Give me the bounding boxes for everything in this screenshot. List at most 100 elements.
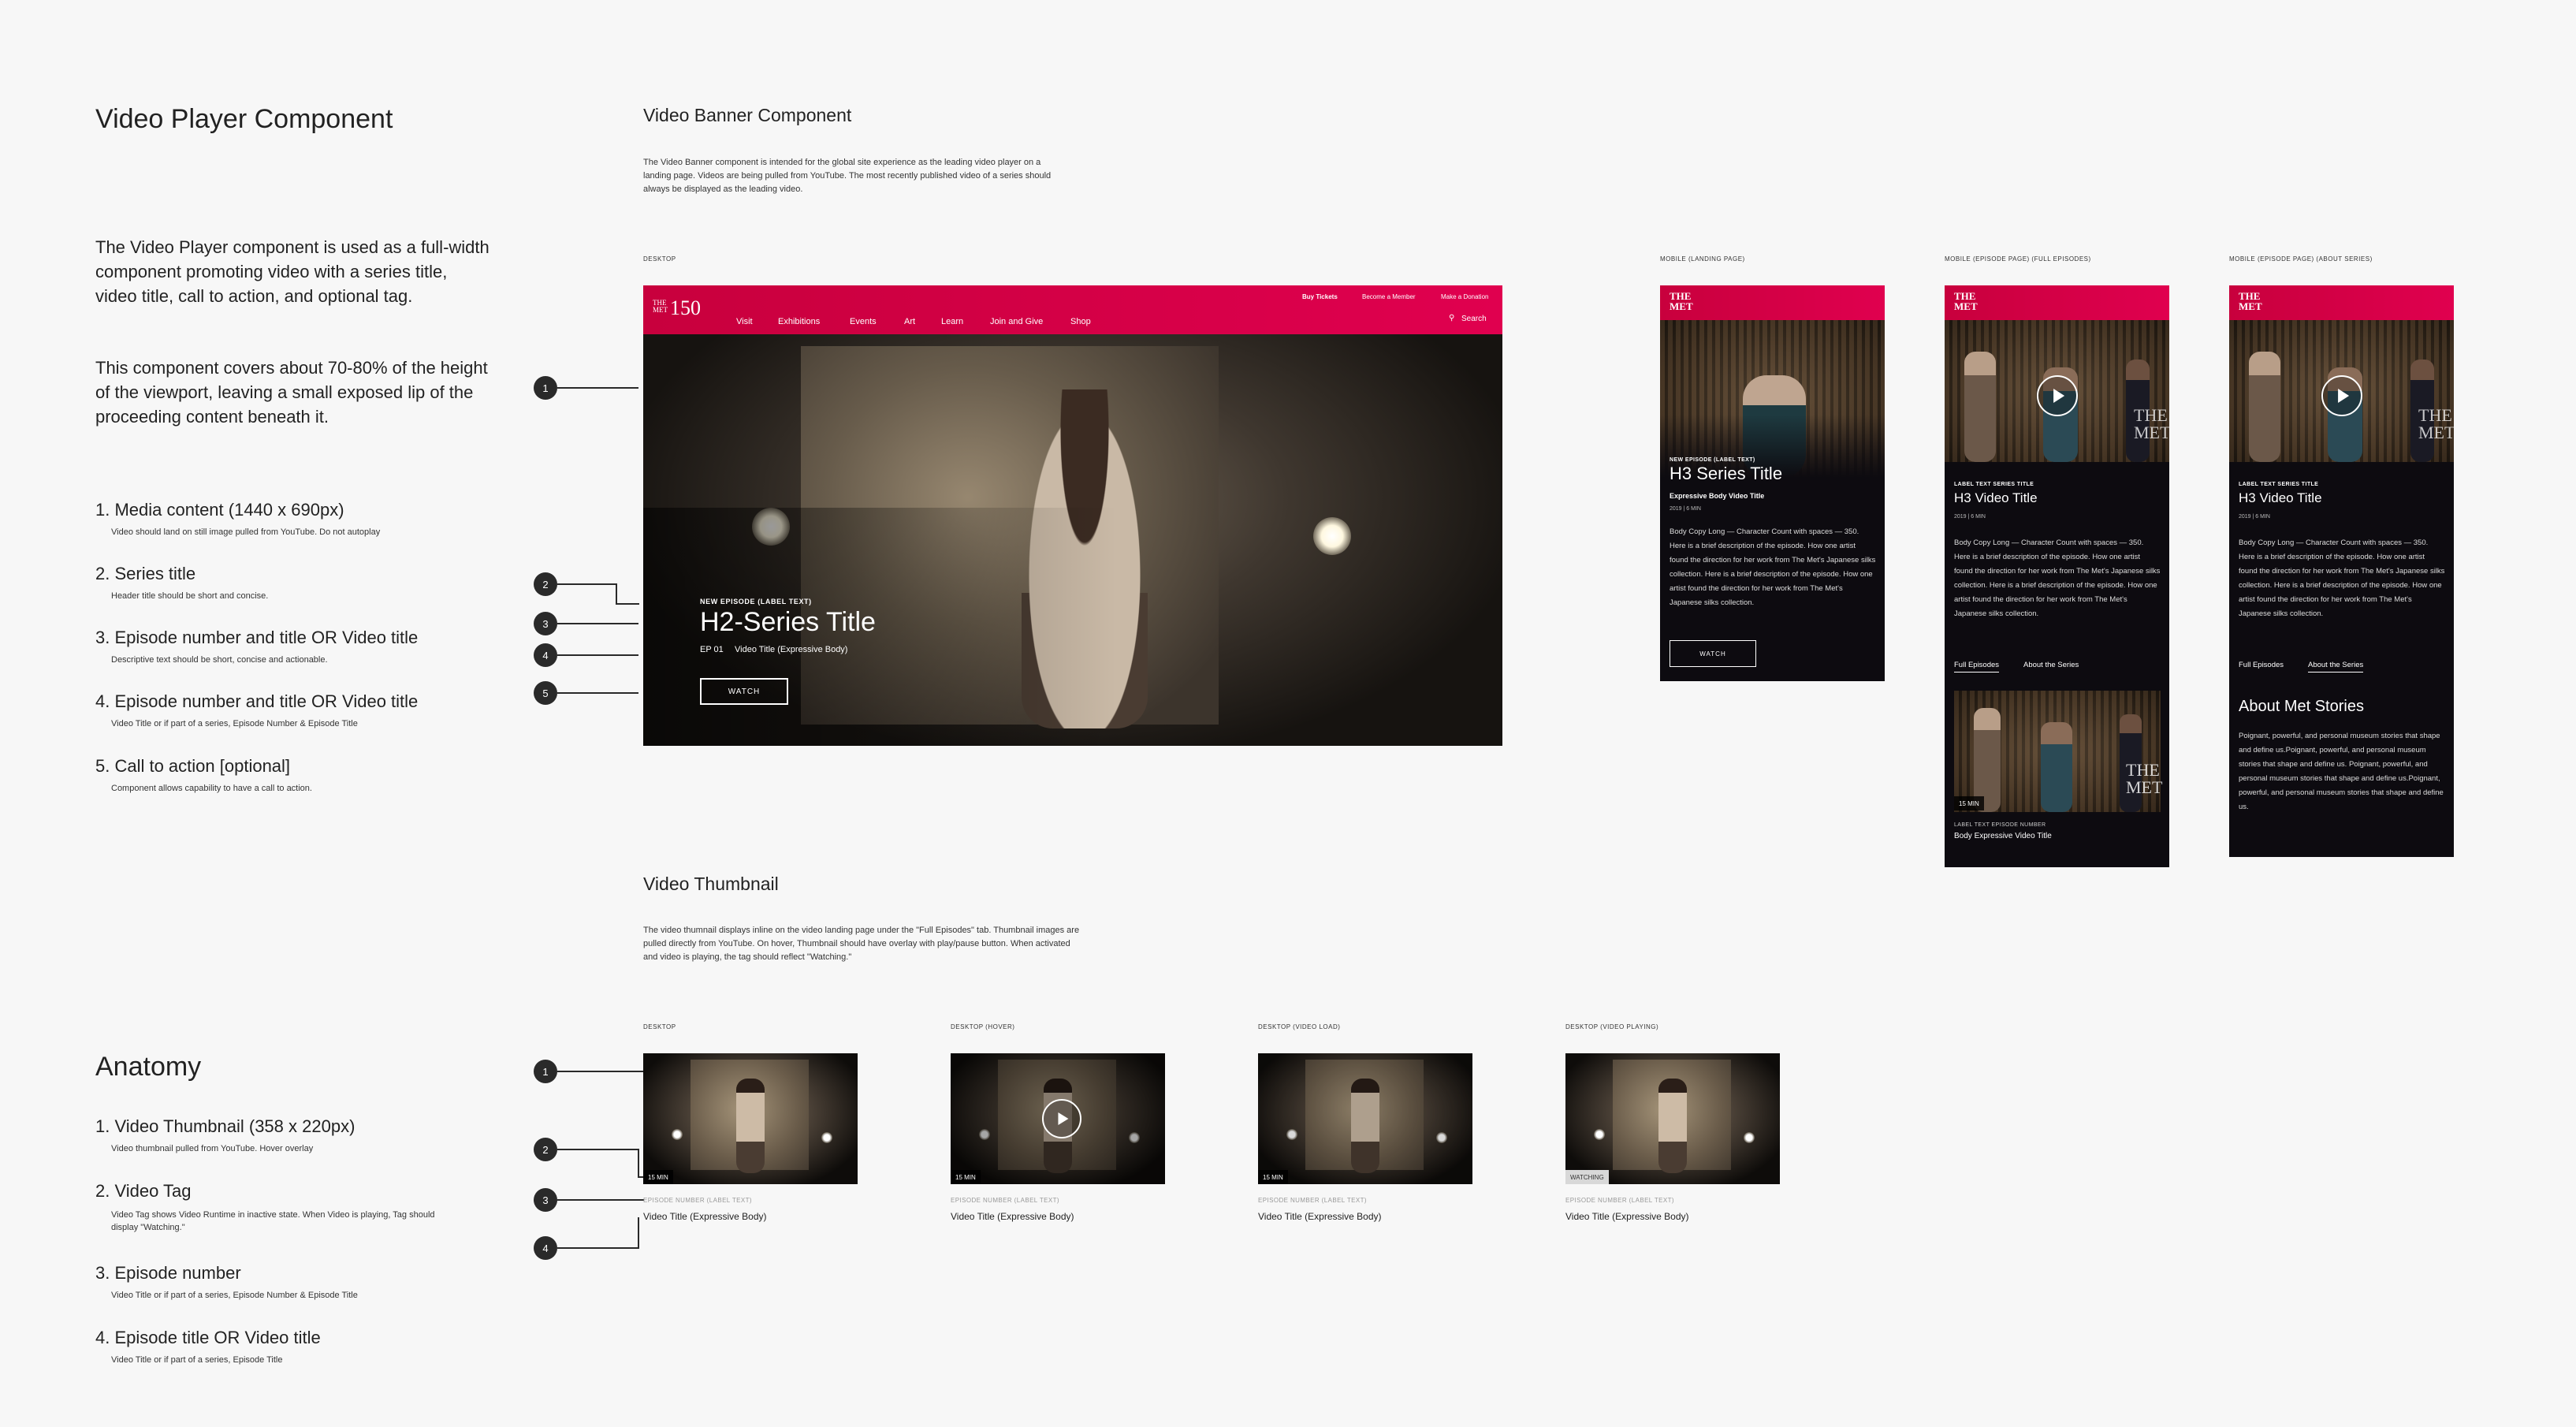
about-body: Poignant, powerful, and personal museum … [2239,732,2444,811]
play-icon[interactable] [2321,375,2362,416]
list-item-desc: Header title should be short and concise… [111,591,269,601]
desktop-video-banner[interactable]: THE MET 150 Visit Exhibitions Events Art… [643,285,1502,746]
list-item: 2. Video Tag Video Tag shows Video Runti… [95,1181,505,1263]
annotation-line [557,623,638,624]
desktop-label: DESKTOP [643,255,676,263]
search-link[interactable]: Search [1461,315,1487,323]
annotation-line [557,387,638,389]
tab-full-episodes[interactable]: Full Episodes [2239,661,2284,669]
search-icon[interactable]: ⚲ [1449,314,1454,322]
list-item-desc: Descriptive text should be short, concis… [111,655,328,665]
met-logo-small[interactable]: THE MET [653,300,670,314]
nav-visit[interactable]: Visit [736,317,753,326]
mobile-video-title: H3 Video Title [2239,490,2322,505]
figure-left [1964,352,1996,462]
mobile-about-mock: THE MET THE MET LABEL TEXT SERIES TITLE … [2229,285,2454,857]
video-thumbnail-loading[interactable]: 15 MIN [1258,1053,1472,1184]
util-make-donation[interactable]: Make a Donation [1441,293,1488,300]
episode-number-label: EPISODE NUMBER (LABEL TEXT) [1565,1197,1674,1204]
play-icon[interactable] [1042,1099,1081,1138]
util-buy-tickets[interactable]: Buy Tickets [1302,293,1338,300]
mobile-about-label: MOBILE (EPISODE PAGE) (ABOUT SERIES) [2229,255,2373,263]
met-watermark: THE MET [2134,405,2169,442]
annotation-line [557,1247,638,1249]
met-logo[interactable]: THE MET [1954,291,1978,311]
video-tag-watching: WATCHING [1565,1170,1609,1184]
mobile-media[interactable]: THE MET [1945,320,2169,462]
met-watermark: THE MET [2126,760,2163,797]
watch-button[interactable]: WATCH [700,678,788,705]
annotation-marker-3: 3 [534,612,557,635]
met-logo[interactable]: THE MET [1670,291,1693,311]
video-tag: 15 MIN [951,1170,981,1184]
list-item-desc: Video Title or if part of a series, Epis… [111,1355,283,1365]
list-item-desc: Video Title or if part of a series, Epis… [111,1291,358,1300]
about-title: About Met Stories [2239,698,2364,715]
video-thumbnail-playing[interactable]: WATCHING [1565,1053,1780,1184]
intro-paragraph-1: The Video Player component is used as a … [95,237,490,306]
tab-full-episodes[interactable]: Full Episodes [1954,661,2000,673]
annotation-line [557,1149,638,1150]
episode-title[interactable]: Video Title (Expressive Body) [1258,1211,1382,1222]
banner-heading: Video Banner Component [643,105,852,125]
studio-light-right [1313,517,1351,555]
anatomy-title: Anatomy [95,1052,202,1082]
mobile-landing-mock: THE MET NEW EPISODE (LABEL TEXT) H3 Seri… [1660,285,1885,681]
annotation-line [557,692,638,694]
annotation-line [557,583,616,585]
annotation-line [557,654,638,656]
banner-series-title: H2-Series Title [700,607,876,637]
list-item: 3. Episode number and title OR Video tit… [95,628,505,691]
mobile-meta: 2019 | 6 MIN [1954,514,1986,520]
nav-shop[interactable]: Shop [1070,317,1091,326]
mobile-media[interactable]: THE MET [2229,320,2454,462]
annotation-line [557,1071,644,1072]
site-header: THE MET 150 Visit Exhibitions Events Art… [643,285,1502,334]
util-become-member[interactable]: Become a Member [1362,293,1416,300]
annotation-marker-2: 2 [534,572,557,596]
tab-about-series[interactable]: About the Series [2308,661,2364,673]
mobile-episodes-mock: THE MET THE MET LABEL TEXT SERIES TITLE … [1945,285,2169,867]
thumb-title: Body Expressive Video Title [1954,832,2052,840]
video-thumbnail[interactable]: 15 MIN [643,1053,858,1184]
annotation-marker-1: 1 [534,376,557,400]
thumbnail-description: The video thumnail displays inline on th… [643,926,1080,962]
nav-join-and-give[interactable]: Join and Give [990,317,1043,326]
thumb-state-label: DESKTOP (VIDEO PLAYING) [1565,1023,1659,1030]
nav-exhibitions[interactable]: Exhibitions [778,317,820,326]
met-150-logo[interactable]: 150 [670,296,701,320]
list-item-title: 2. Video Tag [95,1181,192,1201]
episode-title[interactable]: Video Title (Expressive Body) [1565,1211,1689,1222]
list-item-title: 4. Episode number and title OR Video tit… [95,691,419,711]
watch-button[interactable]: WATCH [1670,640,1756,667]
presenter-figure [736,1079,765,1173]
nav-learn[interactable]: Learn [941,317,963,326]
annotation-marker-3: 3 [534,1188,557,1212]
component-parts-list: 1. Media content (1440 x 690px) Video sh… [95,500,505,793]
met-logo[interactable]: THE MET [2239,291,2262,311]
nav-art[interactable]: Art [904,317,915,326]
video-tag: 15 MIN [1954,796,1984,810]
thumb-state-label: DESKTOP (HOVER) [951,1023,1015,1030]
mobile-eyebrow: LABEL TEXT SERIES TITLE [1954,482,2034,487]
tab-about-series[interactable]: About the Series [2023,661,2079,669]
list-item-title: 3. Episode number and title OR Video tit… [95,628,419,647]
episode-title[interactable]: Video Title (Expressive Body) [643,1211,767,1222]
list-item-desc: Video thumbnail pulled from YouTube. Hov… [111,1144,314,1153]
mobile-media[interactable] [1660,320,1885,478]
list-item: 1. Media content (1440 x 690px) Video sh… [95,500,505,564]
episode-thumbnail[interactable]: THE MET 15 MIN [1954,691,2163,812]
mobile-header: THE MET [1945,285,2169,320]
list-item-title: 1. Video Thumbnail (358 x 220px) [95,1116,356,1136]
intro-paragraph-2: This component covers about 70-80% of th… [95,358,488,427]
play-icon[interactable] [2037,375,2078,416]
episode-title[interactable]: Video Title (Expressive Body) [951,1211,1074,1222]
annotation-line [616,603,639,605]
episode-number-label: EPISODE NUMBER (LABEL TEXT) [1258,1197,1367,1204]
studio-light-right [821,1132,832,1143]
list-item: 4. Episode title OR Video title Video Ti… [95,1328,505,1365]
video-thumbnail-hover[interactable]: 15 MIN [951,1053,1165,1184]
nav-events[interactable]: Events [850,317,877,326]
studio-light-right [1744,1132,1755,1143]
banner-eyebrow: NEW EPISODE (LABEL TEXT) [700,598,812,605]
